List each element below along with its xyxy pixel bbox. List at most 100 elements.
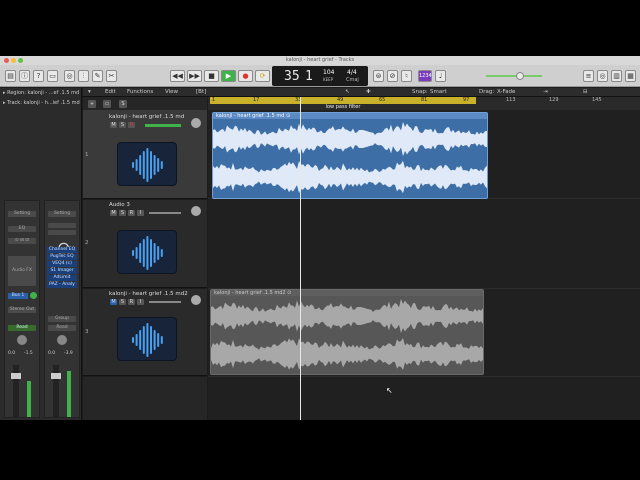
edit-menu[interactable]: Edit xyxy=(105,89,116,95)
pan-knob[interactable] xyxy=(17,335,27,345)
pointer-tool-icon[interactable]: ↖ xyxy=(345,89,350,95)
inspector-icon[interactable]: ⓘ xyxy=(19,70,30,82)
pencil-tool-icon[interactable]: ✚ xyxy=(366,89,371,95)
list-icon[interactable]: ≡ xyxy=(583,70,594,82)
playhead[interactable] xyxy=(300,97,301,420)
mute-button[interactable]: M xyxy=(110,122,117,128)
input-slot[interactable] xyxy=(48,230,76,235)
add-track-icon[interactable]: + xyxy=(88,100,96,108)
tuner-icon[interactable]: ⊜ xyxy=(373,70,384,82)
loops-icon[interactable]: ◎ xyxy=(597,70,608,82)
functions-menu[interactable]: Functions xyxy=(127,89,153,95)
forward-icon[interactable]: ▶▶ xyxy=(187,70,202,82)
record-icon[interactable]: ● xyxy=(238,70,253,82)
notes-icon[interactable]: ♩ xyxy=(435,70,446,82)
snap-select[interactable]: Smart xyxy=(430,89,447,95)
eq-slot[interactable] xyxy=(48,223,76,228)
input-monitor-button[interactable]: I xyxy=(137,210,144,216)
track-pan-knob[interactable] xyxy=(191,118,201,128)
record-enable-button[interactable]: R xyxy=(128,299,135,305)
rewind-icon[interactable]: ◀◀ xyxy=(170,70,185,82)
stop-icon[interactable]: ■ xyxy=(204,70,219,82)
editors-panel-icon[interactable]: ▦ xyxy=(625,70,636,82)
zoom-icon[interactable]: ⊟ xyxy=(583,89,588,95)
audio-fx-slot[interactable]: Audio FX xyxy=(8,256,36,286)
track-options-icon[interactable]: ▭ xyxy=(103,100,111,108)
lcd-display[interactable]: 35 1 104 KEEP 4/4 Cmaj xyxy=(272,66,368,86)
master-volume-knob[interactable] xyxy=(516,72,524,80)
send-knob[interactable] xyxy=(30,292,37,299)
link-controls[interactable]: ⊙ ⊟ ⊡ xyxy=(8,238,36,244)
lcd-tempo-mode: KEEP xyxy=(323,77,334,82)
level-meter xyxy=(27,381,31,417)
mute-button[interactable]: M xyxy=(110,299,117,305)
inspector-region-row[interactable]: ▸ Region: kalonji - ...ef .1.5 md xyxy=(3,90,79,96)
volume-fader[interactable] xyxy=(11,373,21,379)
eq-button[interactable]: EQ xyxy=(8,226,36,232)
master-volume-slider[interactable] xyxy=(486,75,542,77)
menu-disclosure-icon[interactable]: ▾ xyxy=(88,89,91,95)
empty-track-area[interactable] xyxy=(83,377,207,420)
audio-region-1[interactable]: kalonji - heart grief .1.5 md ⊙ xyxy=(212,112,488,199)
track-name[interactable]: kalonji - heart grief .1.5 md2 xyxy=(109,291,188,297)
browser-icon[interactable]: ▥ xyxy=(611,70,622,82)
cycle-icon[interactable]: ⟳ xyxy=(255,70,270,82)
play-icon[interactable]: ▶ xyxy=(221,70,236,82)
track-header-3[interactable]: kalonji - heart grief .1.5 md2 M S R I 3 xyxy=(83,289,207,376)
mute-button[interactable]: M xyxy=(110,210,117,216)
solo-button[interactable]: S xyxy=(119,299,126,305)
track-pan-knob[interactable] xyxy=(191,295,201,305)
link-icon[interactable]: ⊙ xyxy=(57,238,70,257)
plugin-slot-2[interactable]: PugTec EQ xyxy=(47,254,77,260)
drag-select[interactable]: X-Fade xyxy=(497,89,515,95)
waveform-zoom-icon[interactable]: ⇥ xyxy=(543,89,548,95)
output-button[interactable]: Stereo Out xyxy=(8,307,36,313)
mixer-icon[interactable]: ⫶ xyxy=(78,70,89,82)
smart-controls-icon[interactable]: ◎ xyxy=(64,70,75,82)
ruler-label: 65 xyxy=(379,97,386,103)
lcd-key: Cmaj xyxy=(346,77,359,83)
setting-button[interactable]: Setting xyxy=(48,211,76,217)
library-icon[interactable]: ▤ xyxy=(5,70,16,82)
track-pan-knob[interactable] xyxy=(191,206,201,216)
waveform-icon xyxy=(117,142,177,186)
track-header-1[interactable]: kalonji - heart grief .1.5 md M S R 1 xyxy=(83,110,207,199)
track-volume-slider[interactable] xyxy=(145,124,181,127)
cpu-badge[interactable]: 1234 xyxy=(418,70,432,82)
metronome-icon[interactable]: ♮ xyxy=(401,70,412,82)
track-name[interactable]: Audio 3 xyxy=(109,202,130,208)
automation-mode[interactable]: Read xyxy=(48,325,76,331)
view-menu[interactable]: View xyxy=(165,89,178,95)
toolbar-icon[interactable]: ▭ xyxy=(47,70,58,82)
setting-button[interactable]: Setting xyxy=(8,211,36,217)
track-list-header: + ▭ S xyxy=(83,97,207,110)
plugin-slot-5[interactable]: AdLimit xyxy=(47,275,77,281)
bus-send[interactable]: Bus 1 xyxy=(8,293,28,299)
inspector-track-row[interactable]: ▸ Track: kalonji - h...ief .1.5 md xyxy=(3,100,80,106)
audio-region-3[interactable]: kalonji - heart grief .1.5 md2 ⊙ xyxy=(210,289,484,375)
plugin-slot-3[interactable]: VEQ4 (c) xyxy=(47,261,77,267)
help-icon[interactable]: ? xyxy=(33,70,44,82)
global-solo-icon[interactable]: S xyxy=(119,100,127,108)
track-volume-slider[interactable] xyxy=(149,301,181,303)
plugin-slot-6[interactable]: PAZ - Analy xyxy=(47,282,77,288)
mode-toggle[interactable]: [Bt] xyxy=(196,89,206,95)
scissors-icon[interactable]: ✂ xyxy=(106,70,117,82)
plugin-slot-1[interactable]: Channel EQ xyxy=(47,247,77,253)
automation-mode[interactable]: Read xyxy=(8,325,36,331)
track-name[interactable]: kalonji - heart grief .1.5 md xyxy=(109,114,184,120)
ruler-label: 17 xyxy=(253,97,260,103)
editors-icon[interactable]: ✎ xyxy=(92,70,103,82)
track-header-2[interactable]: Audio 3 M S R I 2 xyxy=(83,200,207,288)
count-in-icon[interactable]: ⊘ xyxy=(387,70,398,82)
input-monitor-button[interactable]: I xyxy=(137,299,144,305)
solo-button[interactable]: S xyxy=(119,210,126,216)
track-volume-slider[interactable] xyxy=(149,212,181,214)
pan-knob[interactable] xyxy=(57,335,67,345)
group-slot[interactable]: Group xyxy=(48,316,76,322)
record-enable-button[interactable]: R xyxy=(128,210,135,216)
volume-fader[interactable] xyxy=(51,373,61,379)
record-enable-button[interactable]: R xyxy=(128,122,135,128)
plugin-slot-4[interactable]: S1 Imager xyxy=(47,268,77,274)
solo-button[interactable]: S xyxy=(119,122,126,128)
